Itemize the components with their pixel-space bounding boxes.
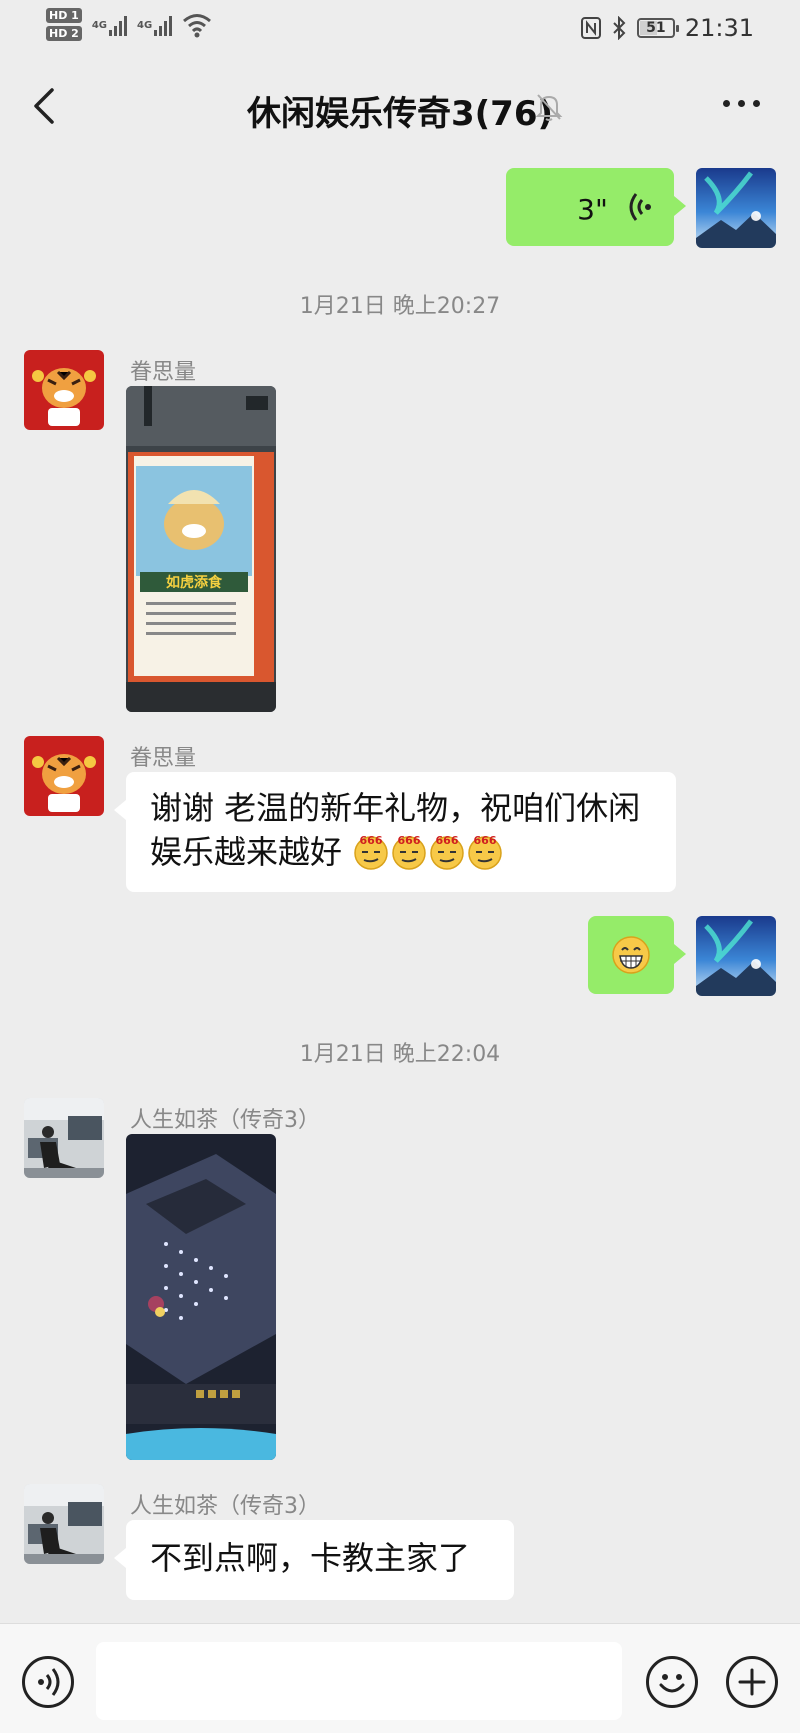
sender-name: 人生如茶（传奇3）	[130, 1494, 320, 1519]
hd2-badge: HD 2	[46, 26, 82, 41]
tiger-avatar-image	[24, 736, 104, 816]
my-avatar[interactable]	[696, 168, 776, 248]
text-message[interactable]: 谢谢 老温的新年礼物，祝咱们休闲娱乐越来越好 666 666 666 666	[114, 772, 676, 892]
calendar-photo: 如虎添食	[126, 386, 276, 712]
network-type-1: 4G	[91, 19, 107, 31]
message-input[interactable]	[96, 1642, 622, 1720]
clock: 21:31	[684, 14, 754, 42]
my-avatar[interactable]	[696, 916, 776, 996]
message-text: 不到点啊，卡教主家了	[150, 1539, 471, 1577]
voice-duration: 3"	[577, 193, 608, 226]
more-button[interactable]	[723, 100, 760, 107]
sender-avatar-office[interactable]	[24, 1484, 104, 1564]
more-dot	[753, 100, 760, 107]
image-message-calendar[interactable]: 如虎添食	[126, 386, 276, 712]
svg-text:666: 666	[474, 834, 497, 847]
input-bar	[0, 1623, 800, 1733]
emoji-message[interactable]	[588, 916, 686, 994]
voice-input-button[interactable]	[22, 1656, 74, 1708]
text-message[interactable]: 不到点啊，卡教主家了	[114, 1520, 514, 1600]
sender-avatar-tiger[interactable]	[24, 350, 104, 430]
sender-name: 眷思量	[130, 360, 197, 385]
sender-avatar-office[interactable]	[24, 1098, 104, 1178]
svg-text:666: 666	[398, 834, 421, 847]
sender-name: 眷思量	[130, 746, 197, 771]
office-avatar-image	[24, 1098, 104, 1178]
chat-title: 休闲娱乐传奇3(76)	[246, 94, 554, 134]
timestamp: 1月21日 晚上22:04	[299, 1042, 501, 1067]
status-bar: HD 1 HD 2 4G 4G 51 21:31	[0, 0, 800, 60]
tiger-avatar-image	[24, 350, 104, 430]
signal-icon-2: 4G	[137, 14, 173, 36]
hd1-badge: HD 1	[46, 8, 82, 23]
emoji-666-icon: 666	[430, 834, 464, 870]
smiley-icon	[659, 1674, 685, 1693]
aurora-avatar-image	[696, 168, 776, 248]
voice-message[interactable]: 3"	[506, 168, 686, 246]
signal-icon: 4G	[92, 14, 127, 36]
sender-name: 人生如茶（传奇3）	[130, 1108, 320, 1133]
chat-header: 休闲娱乐传奇3(76)	[0, 60, 800, 156]
bell-off-icon	[535, 94, 563, 121]
calendar-caption: 如虎添食	[166, 574, 223, 591]
emoji-666-icon: 666	[468, 834, 502, 870]
more-functions-button[interactable]	[726, 1656, 778, 1708]
voice-icon	[38, 1668, 60, 1696]
more-dot	[738, 100, 745, 107]
battery-level: 51	[646, 20, 666, 36]
sender-avatar-tiger[interactable]	[24, 736, 104, 816]
image-message-game[interactable]	[126, 1134, 276, 1460]
voice-wave-icon	[629, 193, 651, 221]
emoji-button[interactable]	[646, 1656, 698, 1708]
status-right: 51 21:31	[580, 14, 754, 42]
svg-text:666: 666	[436, 834, 459, 847]
office-avatar-image	[24, 1484, 104, 1564]
nfc-icon	[580, 17, 601, 39]
timestamp: 1月21日 晚上20:27	[299, 294, 501, 319]
more-dot	[723, 100, 730, 107]
battery-icon: 51	[636, 18, 679, 38]
wifi-icon	[183, 13, 212, 37]
bluetooth-icon	[613, 16, 626, 40]
plus-icon	[738, 1668, 766, 1696]
svg-text:666: 666	[360, 834, 383, 847]
emoji-666-icon: 666	[392, 834, 426, 870]
emoji-666-group: 666 666 666 666	[342, 833, 504, 871]
game-screenshot	[126, 1134, 276, 1460]
grin-emoji-icon	[612, 936, 650, 974]
signal-group: HD 1 HD 2 4G 4G	[46, 8, 212, 41]
aurora-avatar-image	[696, 916, 776, 996]
network-type-2: 4G	[137, 19, 153, 31]
emoji-666-icon: 666	[354, 834, 388, 870]
